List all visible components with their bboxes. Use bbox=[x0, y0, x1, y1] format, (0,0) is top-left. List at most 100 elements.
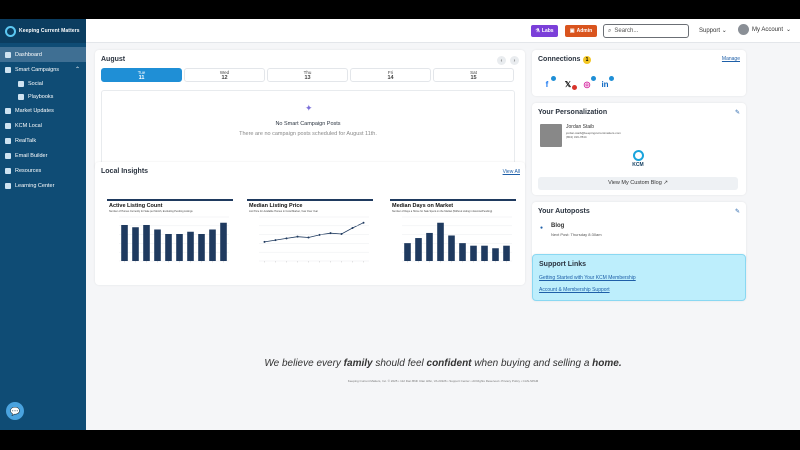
chart-bar bbox=[198, 233, 205, 261]
connections-title: Connections bbox=[538, 56, 581, 63]
instagram-icon[interactable]: ◎ bbox=[581, 76, 596, 90]
autopost-item: Blog bbox=[551, 223, 565, 229]
day-number: 13 bbox=[304, 74, 311, 81]
day-wed[interactable]: Wed 12 bbox=[184, 68, 265, 82]
edit-icon[interactable]: ✎ bbox=[735, 109, 740, 116]
chart-median-price[interactable]: Median Listing Price List Price for Avai… bbox=[247, 199, 373, 269]
x-icon[interactable]: 𝕏 bbox=[562, 78, 577, 90]
search-placeholder: Search... bbox=[614, 28, 639, 34]
support-links-title: Support Links bbox=[539, 261, 587, 268]
linkedin-icon[interactable]: in bbox=[599, 76, 614, 90]
connected-badge bbox=[609, 76, 614, 81]
tagline-emphasis: home. bbox=[592, 358, 622, 369]
sidebar-item-learning-center[interactable]: Learning Center bbox=[0, 178, 86, 193]
chart-bar bbox=[415, 238, 422, 261]
chart-line bbox=[264, 222, 364, 243]
sidebar-item-kcm-local[interactable]: KCM Local bbox=[0, 118, 86, 133]
sidebar-item-resources[interactable]: Resources bbox=[0, 163, 86, 178]
chart-title: Active Listing Count bbox=[109, 203, 163, 209]
chart-point bbox=[285, 237, 288, 240]
chart-point bbox=[340, 233, 343, 236]
getting-started-link[interactable]: Getting Started with Your KCM Membership bbox=[539, 275, 636, 281]
insights-title: Local Insights bbox=[101, 168, 149, 175]
support-links-card: Support Links Getting Started with Your … bbox=[532, 254, 746, 301]
chevron-left-icon: ‹ bbox=[500, 57, 503, 64]
tagline-text: when buying and selling a bbox=[471, 358, 593, 369]
support-menu[interactable]: Support ⌄ bbox=[699, 27, 727, 34]
sidebar-item-social[interactable]: Social bbox=[0, 77, 86, 90]
sidebar-item-dashboard[interactable]: Dashboard bbox=[0, 47, 86, 62]
day-sat[interactable]: Sat 15 bbox=[433, 68, 514, 82]
facebook-icon[interactable]: f bbox=[541, 76, 556, 90]
chart-days-on-market[interactable]: Median Days on Market Number of Days a H… bbox=[390, 199, 516, 269]
chart-point bbox=[362, 221, 365, 224]
chart-bar bbox=[220, 222, 227, 261]
account-menu[interactable]: My Account ⌄ bbox=[738, 24, 791, 35]
labs-button[interactable]: ⚗ Labs bbox=[531, 25, 558, 37]
chart-point bbox=[318, 233, 321, 236]
chart-bar bbox=[426, 232, 433, 261]
account-support-link[interactable]: Account & Membership Support bbox=[539, 287, 610, 293]
support-label: Support bbox=[699, 28, 721, 34]
chart-subtitle: Number of Homes Currently for Sale per M… bbox=[109, 210, 193, 213]
sidebar-item-email-builder[interactable]: Email Builder bbox=[0, 148, 86, 163]
day-thu[interactable]: Thu 13 bbox=[267, 68, 348, 82]
view-blog-button[interactable]: View My Custom Blog ↗ bbox=[538, 177, 738, 190]
edit-icon[interactable]: ✎ bbox=[735, 208, 740, 215]
view-blog-label: View My Custom Blog bbox=[608, 180, 662, 186]
chart-bar bbox=[187, 231, 194, 261]
chart-bar bbox=[492, 248, 499, 261]
local-insights-card: Local Insights View All Active Listing C… bbox=[95, 162, 525, 285]
chat-button[interactable]: 💬 bbox=[6, 402, 24, 420]
sidebar-item-realtalk[interactable]: RealTalk bbox=[0, 133, 86, 148]
sidebar-item-label: Resources bbox=[15, 167, 42, 174]
blog-icon: ● bbox=[540, 225, 544, 231]
view-all-link[interactable]: View All bbox=[503, 169, 520, 175]
sidebar-item-label: KCM Local bbox=[15, 122, 42, 129]
next-week-button[interactable]: › bbox=[510, 56, 519, 65]
tagline-emphasis: family bbox=[343, 358, 373, 369]
chart-point bbox=[351, 226, 354, 229]
chart-title: Median Listing Price bbox=[249, 203, 303, 209]
calendar-title: August bbox=[101, 56, 126, 63]
chart-bar bbox=[448, 235, 455, 261]
sidebar-item-playbooks[interactable]: Playbooks bbox=[0, 90, 86, 103]
sidebar-item-label: Social bbox=[28, 80, 43, 87]
avatar bbox=[738, 24, 749, 35]
chart-plot bbox=[259, 216, 369, 263]
search-input[interactable]: ⌕ Search... bbox=[603, 24, 689, 38]
day-tue[interactable]: Tue 11 bbox=[101, 68, 182, 82]
manage-link[interactable]: Manage bbox=[722, 56, 740, 62]
personalization-title: Your Personalization bbox=[538, 109, 608, 116]
playbook-icon bbox=[18, 93, 24, 100]
calendar-empty-state: ✦ No Smart Campaign Posts There are no c… bbox=[101, 90, 515, 165]
labs-label: Labs bbox=[541, 28, 554, 34]
kcm-logo-icon bbox=[632, 150, 644, 161]
chart-subtitle: List Price for Available Homes in Coral … bbox=[249, 210, 319, 213]
tagline-text: We believe every bbox=[264, 358, 344, 369]
chevron-right-icon: › bbox=[513, 57, 516, 64]
prev-week-button[interactable]: ‹ bbox=[497, 56, 506, 65]
sidebar-item-market-updates[interactable]: Market Updates bbox=[0, 103, 86, 118]
sidebar-item-smart-campaigns[interactable]: Smart Campaigns ⌃ bbox=[0, 62, 86, 77]
chart-active-listing[interactable]: Active Listing Count Number of Homes Cur… bbox=[107, 199, 233, 269]
disconnected-badge bbox=[572, 85, 577, 90]
sidebar-item-label: Smart Campaigns bbox=[15, 66, 60, 73]
profile-name: Jordan Staib bbox=[566, 124, 595, 130]
admin-label: Admin bbox=[576, 28, 593, 34]
chart-point bbox=[307, 236, 310, 239]
kcm-logo[interactable]: Keeping Current Matters bbox=[0, 19, 86, 43]
admin-button[interactable]: ▣ Admin bbox=[565, 25, 597, 37]
profile-phone: (804) 319-7844 bbox=[566, 135, 587, 139]
autoposts-title: Your Autoposts bbox=[538, 208, 590, 215]
chart-bar bbox=[503, 245, 510, 261]
chevron-down-icon: ⌄ bbox=[721, 28, 727, 34]
day-fri[interactable]: Fri 14 bbox=[350, 68, 431, 82]
sidebar-nav: Dashboard Smart Campaigns ⌃ Social Playbo… bbox=[0, 43, 86, 193]
chart-bar bbox=[143, 224, 150, 261]
chart-bar bbox=[165, 233, 172, 261]
sidebar-item-label: Dashboard bbox=[15, 51, 42, 58]
footer-legal: Keeping Current Matters, Inc. © 2025 • 1… bbox=[347, 379, 539, 383]
external-link-icon: ↗ bbox=[663, 180, 668, 186]
chart-bar bbox=[437, 222, 444, 261]
